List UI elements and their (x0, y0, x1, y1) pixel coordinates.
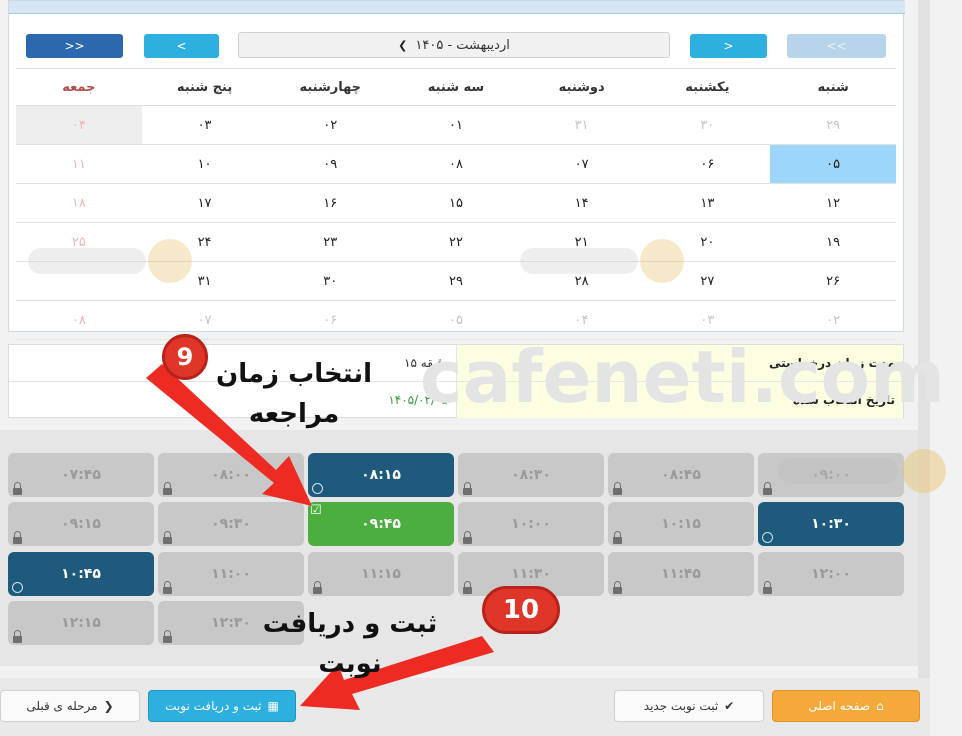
step-10-badge: 10 (482, 586, 560, 634)
step-9-callout-line2: مراجعه (248, 399, 340, 429)
annotation-arrows (146, 364, 494, 710)
step-10-callout: ثبت و دریافت نوبت (262, 609, 438, 679)
step-9-callout-line1: انتخاب زمان (216, 359, 372, 389)
step-9-callout: انتخاب زمان مراجعه (210, 354, 378, 434)
step-9-badge: 9 (162, 334, 208, 380)
